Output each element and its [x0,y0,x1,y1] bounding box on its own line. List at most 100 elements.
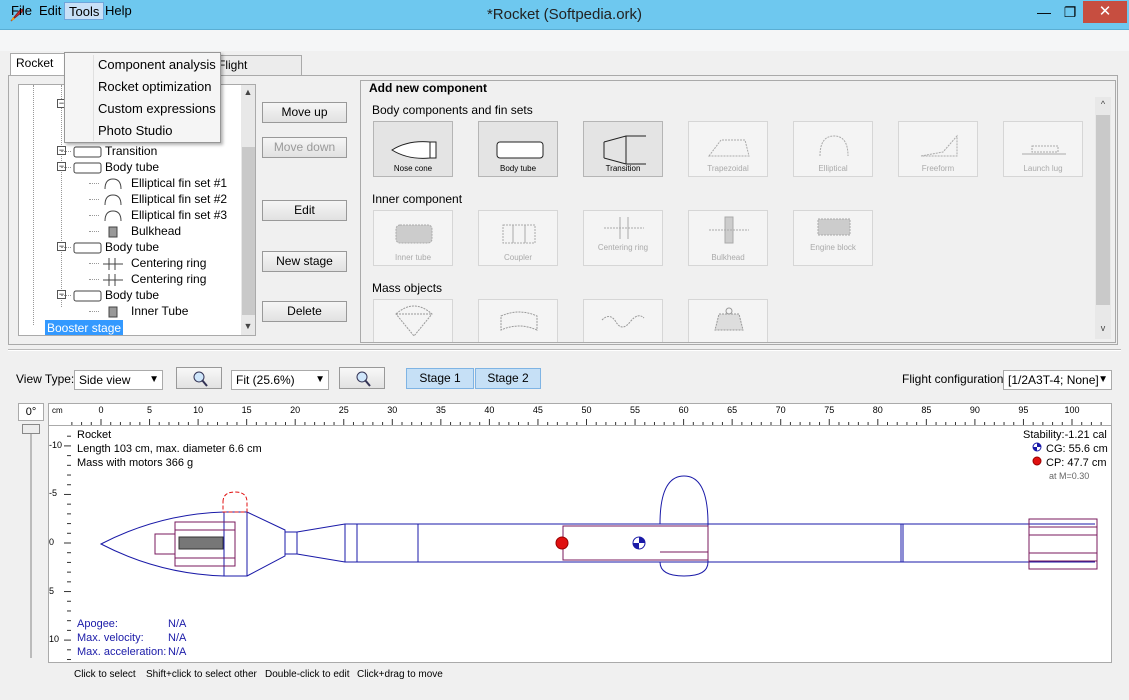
fin-upper-shape [659,475,709,525]
rotation-slider-thumb[interactable] [22,424,40,434]
ruler-tick-label: 30 [387,405,398,415]
component-label: Freeform [921,164,955,173]
menu-help[interactable]: Help [101,2,136,20]
tree-item-label: Transition [105,144,158,158]
ruler-tick-label: 60 [678,405,689,415]
scroll-down-icon[interactable]: v [1096,323,1110,333]
ruler-tick-label: 50 [581,405,592,415]
tree-item-label: Elliptical fin set #1 [131,176,228,190]
rocket-figure-canvas[interactable]: -10 -5 0 5 10 Rocket Length 103 cm, max.… [48,425,1112,663]
tab-flight-simulations[interactable]: Flight simulations [212,55,302,90]
cp-legend-icon [1032,456,1042,466]
elliptical-button[interactable]: Elliptical [793,121,873,177]
body-tube-button[interactable]: Body tube [478,121,558,177]
zoom-select[interactable]: Fit (25.6%) ▼ [231,370,329,390]
scroll-thumb[interactable] [242,147,255,315]
parachute-button[interactable] [373,299,453,342]
view-type-label: View Type: [16,372,75,386]
stage-1-button[interactable]: Stage 1 [406,368,474,389]
centering-ring-button[interactable]: Centering ring [583,210,663,266]
tree-item-label: Body tube [105,288,160,302]
freeform-button[interactable]: Freeform [898,121,978,177]
ruler-tick-label: 95 [1018,405,1029,415]
menu-tools[interactable]: Tools [64,2,105,20]
ruler-tick-label: 75 [824,405,835,415]
move-up-button[interactable]: Move up [262,102,347,123]
move-down-button[interactable]: Move down [262,137,347,158]
rotation-angle[interactable]: 0° [18,403,44,421]
menu-component-analysis[interactable]: Component analysis [98,54,216,76]
ruler-tick-label: 45 [532,405,543,415]
streamer-button[interactable] [478,299,558,342]
menu-photo-studio[interactable]: Photo Studio [98,120,172,142]
split-divider[interactable] [8,349,1121,351]
hint-shift-click: Shift+click to select other [146,669,257,680]
flight-config-select[interactable]: [1/2A3T-4; None] ▼ [1003,370,1112,390]
menu-rocket-optimization[interactable]: Rocket optimization [98,76,211,98]
tree-item-booster-stage[interactable]: Booster stage [45,320,124,335]
tree-item-label: Centering ring [131,272,207,286]
engine-block-button[interactable]: Engine block [793,210,873,266]
scroll-up-icon[interactable]: ▲ [241,87,255,97]
close-button[interactable]: ✕ [1083,1,1127,23]
trapezoidal-button[interactable]: Trapezoidal [688,121,768,177]
component-label: Body tube [499,164,537,173]
component-label: Launch lug [1023,164,1063,173]
fin-icon [103,210,129,222]
fin-icon [103,178,129,190]
ruler-tick-label: 65 [727,405,738,415]
body-tube-icon [73,146,102,158]
menu-file[interactable]: File [7,2,36,20]
scroll-thumb[interactable] [1096,115,1110,305]
transition-shape [246,511,286,577]
delete-button[interactable]: Delete [262,301,347,322]
inner-section-title: Inner component [372,192,463,206]
transition-button[interactable]: Transition [583,121,663,177]
maximize-button[interactable]: ❐ [1057,1,1083,23]
shock-cord-button[interactable] [583,299,663,342]
view-type-select[interactable]: Side view ▼ [74,370,163,390]
zoom-out-button[interactable] [339,367,385,389]
launch-lug-button[interactable]: Launch lug [1003,121,1083,177]
chevron-down-icon: ▼ [149,374,159,385]
max-velocity-value: N/A [168,632,187,644]
rotation-slider-track[interactable] [30,428,32,658]
tree-item-label: Elliptical fin set #3 [131,208,228,222]
body-tube-icon [73,162,102,174]
new-stage-button[interactable]: New stage [262,251,347,272]
tree-scrollbar[interactable]: ▲ ▼ [241,85,255,335]
mass-section-title: Mass objects [372,281,443,295]
mach-value: at M=0.30 [1049,471,1090,481]
bulkhead-icon [103,306,129,318]
rocket-length: Length 103 cm, max. diameter 6.6 cm [77,443,262,455]
body-section-title: Body components and fin sets [372,103,533,117]
mass-component-button[interactable] [688,299,768,342]
bulkhead-button[interactable]: Bulkhead [688,210,768,266]
cp-value: CP: 47.7 cm [1046,457,1107,469]
rocket-drawing[interactable] [49,426,1113,664]
zoom-in-button[interactable] [176,367,222,389]
component-label: Centering ring [597,243,649,252]
engine-block-icon [817,218,851,236]
component-label: Trapezoidal [707,164,749,173]
ruler-tick-label: 15 [241,405,252,415]
edit-button[interactable]: Edit [262,200,347,221]
component-scrollbar[interactable]: ^ v [1095,97,1111,339]
nose-cone-button[interactable]: Nose cone [373,121,453,177]
menu-edit[interactable]: Edit [35,2,65,20]
coupler-button[interactable]: Coupler [478,210,558,266]
add-component-panel: Add new component Body components and fi… [360,80,1116,343]
tree-item-label: Centering ring [131,256,207,270]
tree-item-label: Body tube [105,160,160,174]
scroll-up-icon[interactable]: ^ [1096,99,1110,109]
menu-custom-expressions[interactable]: Custom expressions [98,98,216,120]
centering-ring-icon [103,258,129,270]
ruler-tick-label: 0 [98,405,104,415]
body-tube-icon [73,242,102,254]
chevron-down-icon: ▼ [315,374,325,385]
inner-tube-button[interactable]: Inner tube [373,210,453,266]
minimize-button[interactable]: — [1031,1,1057,23]
tab-rocket-design[interactable]: Rocket de [10,53,66,88]
scroll-down-icon[interactable]: ▼ [241,321,255,331]
stage-2-button[interactable]: Stage 2 [475,368,541,389]
